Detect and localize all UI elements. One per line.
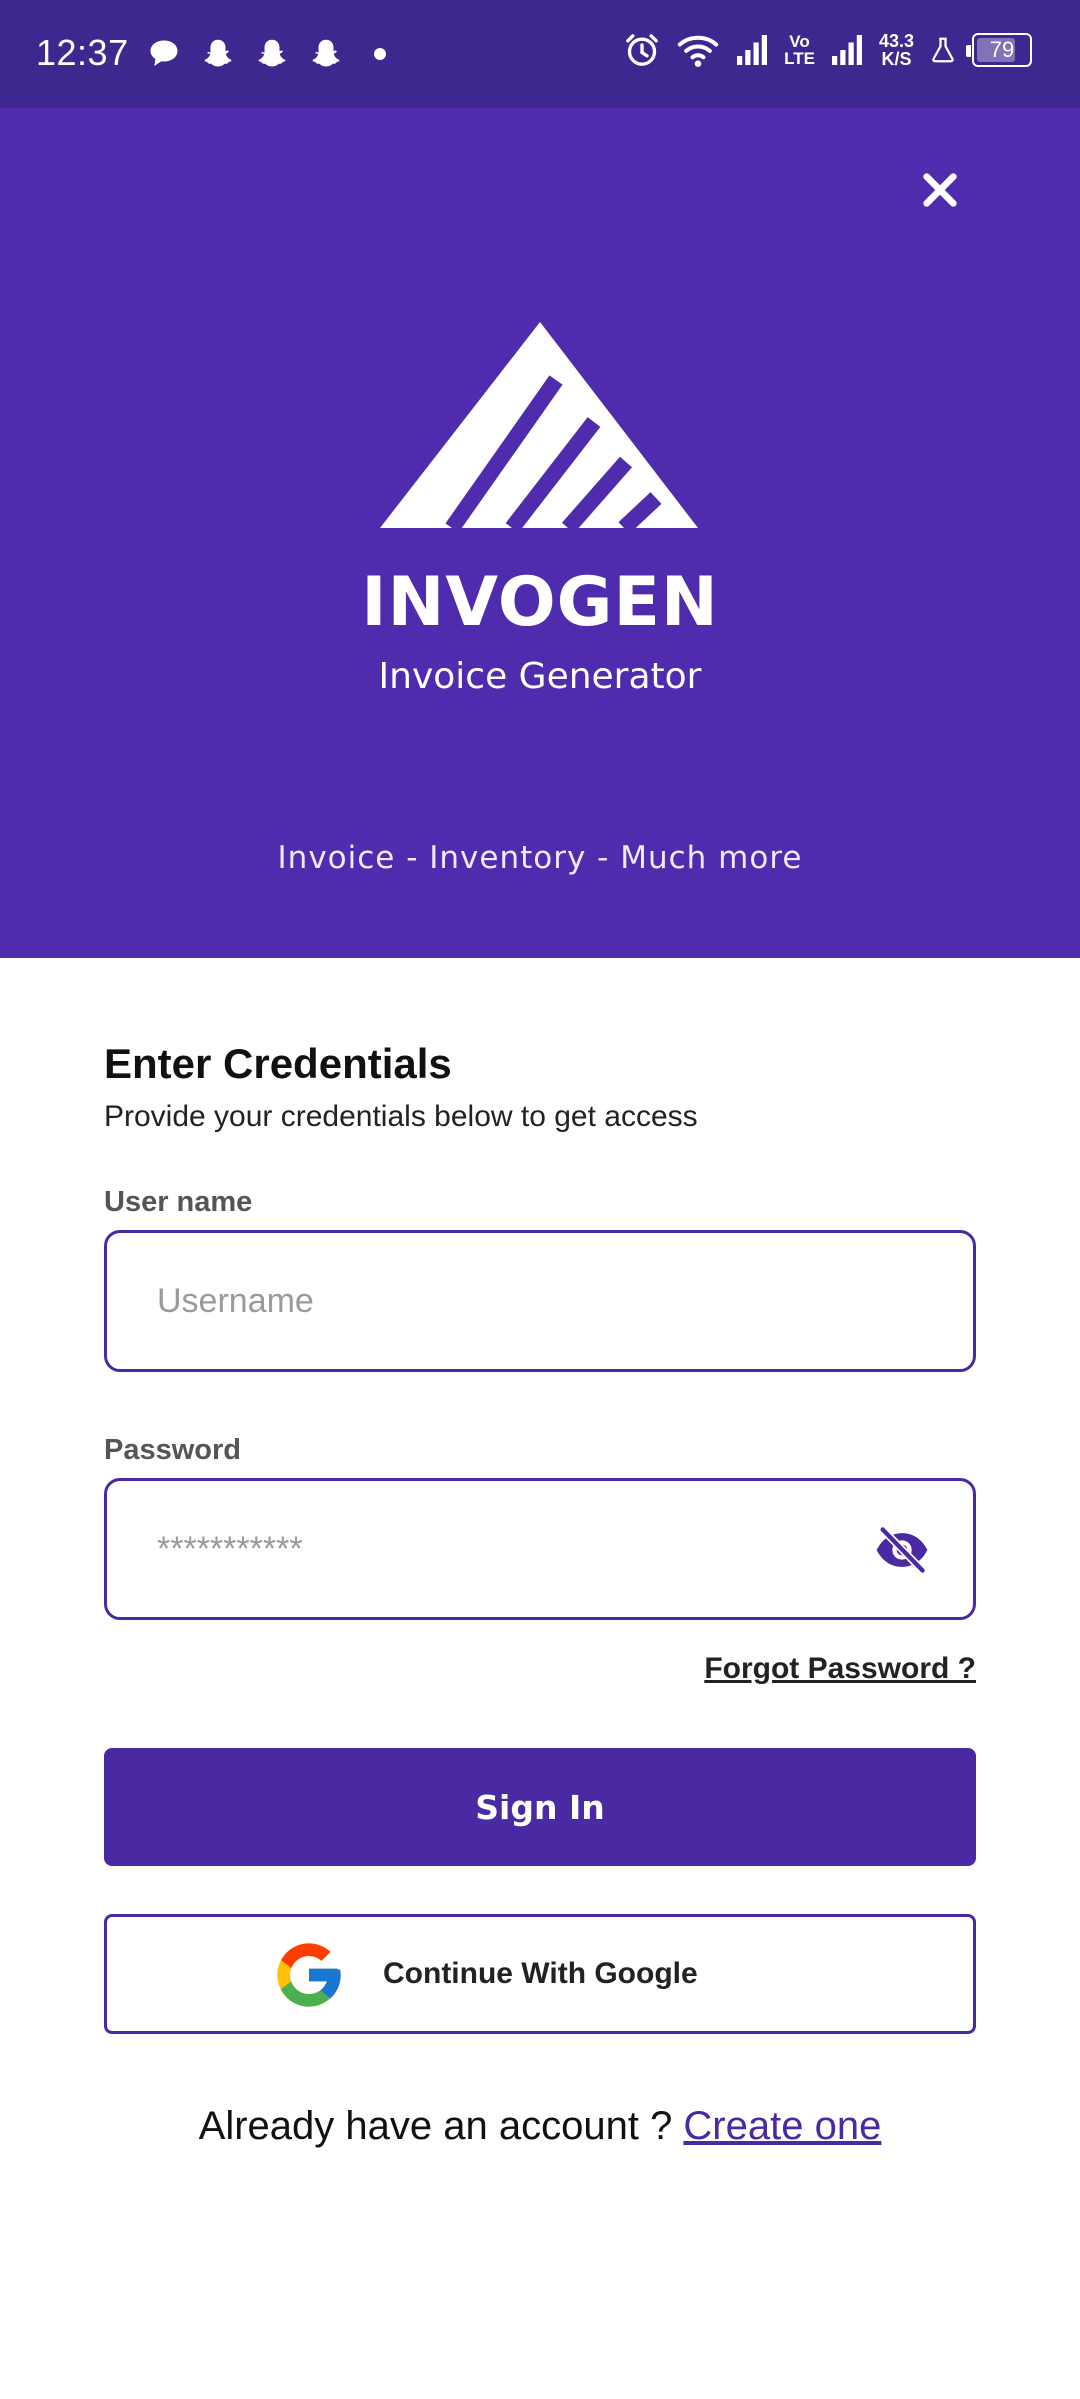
form-description: Provide your credentials below to get ac…: [104, 1100, 698, 1133]
password-field-container: [104, 1478, 976, 1620]
continue-with-google-button[interactable]: Continue With Google: [104, 1914, 976, 2034]
chat-bubble-icon: [150, 40, 178, 66]
username-input[interactable]: [157, 1233, 857, 1369]
continue-with-google-label: Continue With Google: [383, 1957, 698, 1990]
battery-indicator: 79: [966, 33, 1032, 67]
create-account-link[interactable]: Create one: [683, 2104, 881, 2148]
wifi-icon: [677, 35, 719, 67]
brand-name: INVOGEN: [361, 563, 719, 642]
signal-icon: [737, 35, 768, 65]
notification-icons: [146, 36, 398, 72]
forgot-password-link[interactable]: Forgot Password ?: [704, 1652, 976, 1686]
battery-level: 79: [989, 37, 1015, 62]
snapchat-icon: [204, 39, 232, 67]
username-label: User name: [104, 1186, 253, 1218]
header-banner: INVOGEN Invoice Generator Invoice - Inve…: [0, 108, 1080, 958]
username-field-container: [104, 1230, 976, 1372]
status-time: 12:37: [36, 32, 129, 73]
brand-tagline: Invoice - Inventory - Much more: [277, 840, 803, 876]
flask-icon: [932, 37, 954, 63]
form-title: Enter Credentials: [104, 1040, 452, 1087]
account-prompt-text: Already have an account ?: [198, 2104, 684, 2148]
volte-indicator: Vo LTE: [784, 32, 815, 68]
alarm-icon: [626, 34, 658, 66]
create-account-prompt: Already have an account ? Create one: [0, 2104, 1080, 2149]
status-bar: 12:37 Vo LTE 43.3 K/S 79: [0, 0, 1080, 108]
signal-icon: [831, 35, 862, 65]
invogen-logo-icon: [380, 322, 698, 528]
network-speed-unit: K/S: [881, 49, 912, 69]
password-label: Password: [104, 1434, 241, 1466]
google-logo-icon: [277, 1943, 341, 2007]
sign-in-button[interactable]: Sign In: [104, 1748, 976, 1866]
close-icon: [923, 173, 957, 207]
network-speed-value: 43.3: [878, 31, 914, 51]
network-speed: 43.3 K/S: [879, 32, 914, 68]
system-icons: Vo LTE 43.3 K/S 79: [622, 30, 1032, 70]
snapchat-icon: [312, 39, 340, 67]
password-input[interactable]: [157, 1481, 857, 1617]
close-button[interactable]: [908, 158, 972, 222]
more-dot-icon: [374, 48, 386, 60]
snapchat-icon: [258, 39, 286, 67]
brand-subtitle: Invoice Generator: [378, 656, 702, 697]
eye-off-icon[interactable]: [873, 1525, 931, 1575]
